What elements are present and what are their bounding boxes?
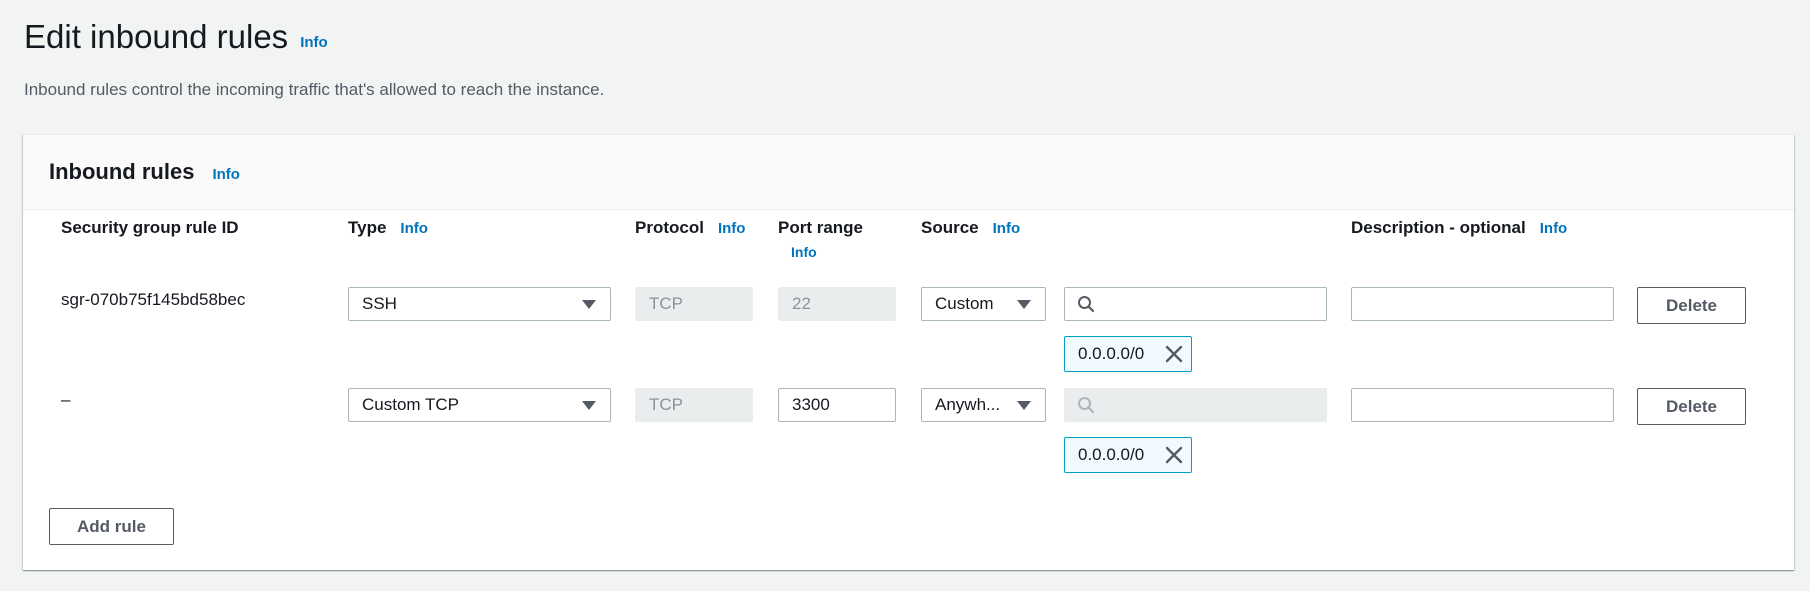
caret-down-icon	[582, 401, 596, 410]
source-type-select-value: Custom	[935, 294, 994, 313]
source-type-select[interactable]: Anywh...	[921, 388, 1046, 422]
port-range-info-link[interactable]: Info	[791, 244, 817, 260]
panel-header: Inbound rules Info	[23, 135, 1794, 210]
type-select[interactable]: Custom TCP	[348, 388, 611, 422]
caret-down-icon	[582, 300, 596, 309]
delete-rule-button[interactable]: Delete	[1637, 388, 1746, 425]
rule-id: sgr-070b75f145bd58bec	[61, 290, 246, 309]
description-input[interactable]	[1351, 388, 1614, 422]
col-header-source: Source Info	[921, 218, 1020, 238]
source-type-select-value: Anywh...	[935, 395, 1001, 414]
source-type-select[interactable]: Custom	[921, 287, 1046, 321]
source-cidr-token: 0.0.0.0/0	[1064, 336, 1192, 372]
source-search-input[interactable]	[1064, 287, 1327, 321]
source-search-input	[1064, 388, 1327, 422]
close-icon[interactable]	[1165, 446, 1183, 464]
page-header: Edit inbound rules Info	[24, 18, 328, 56]
col-header-type: Type Info	[348, 218, 428, 238]
col-header-port-range: Port range	[778, 218, 863, 238]
source-cidr-token-label: 0.0.0.0/0	[1078, 344, 1145, 363]
source-info-link[interactable]: Info	[993, 220, 1021, 237]
col-header-protocol: Protocol Info	[635, 218, 745, 238]
col-header-source-label: Source	[921, 218, 979, 237]
col-header-port-range-label: Port range	[778, 218, 864, 237]
search-icon	[1078, 296, 1095, 313]
panel-title-info-link[interactable]: Info	[212, 166, 240, 183]
panel-title: Inbound rules	[49, 159, 195, 184]
port-range-field: 22	[778, 287, 896, 321]
col-header-rule-id: Security group rule ID	[61, 218, 239, 237]
source-cidr-token: 0.0.0.0/0	[1064, 437, 1192, 473]
caret-down-icon	[1017, 300, 1031, 309]
search-icon	[1078, 397, 1095, 414]
port-range-input[interactable]: 3300	[778, 388, 896, 422]
protocol-field: TCP	[635, 388, 753, 422]
col-header-type-label: Type	[348, 218, 387, 237]
col-header-description-label: Description - optional	[1351, 218, 1526, 237]
close-icon[interactable]	[1165, 345, 1183, 363]
type-select-value: Custom TCP	[362, 395, 459, 414]
col-header-protocol-label: Protocol	[635, 218, 704, 237]
type-select[interactable]: SSH	[348, 287, 611, 321]
type-select-value: SSH	[362, 294, 397, 313]
protocol-field: TCP	[635, 287, 753, 321]
inbound-rules-panel: Inbound rules Info Security group rule I…	[23, 134, 1794, 570]
source-cidr-token-label: 0.0.0.0/0	[1078, 445, 1145, 464]
type-info-link[interactable]: Info	[400, 220, 428, 237]
description-info-link[interactable]: Info	[1540, 220, 1568, 237]
delete-rule-button[interactable]: Delete	[1637, 287, 1746, 324]
page-description: Inbound rules control the incoming traff…	[24, 80, 605, 99]
caret-down-icon	[1017, 401, 1031, 410]
rule-id: –	[61, 390, 71, 409]
protocol-info-link[interactable]: Info	[718, 220, 746, 237]
col-header-description: Description - optional Info	[1351, 218, 1567, 238]
description-input[interactable]	[1351, 287, 1614, 321]
add-rule-button[interactable]: Add rule	[49, 508, 174, 545]
page-title-info-link[interactable]: Info	[300, 34, 328, 51]
page-title: Edit inbound rules	[24, 18, 289, 55]
